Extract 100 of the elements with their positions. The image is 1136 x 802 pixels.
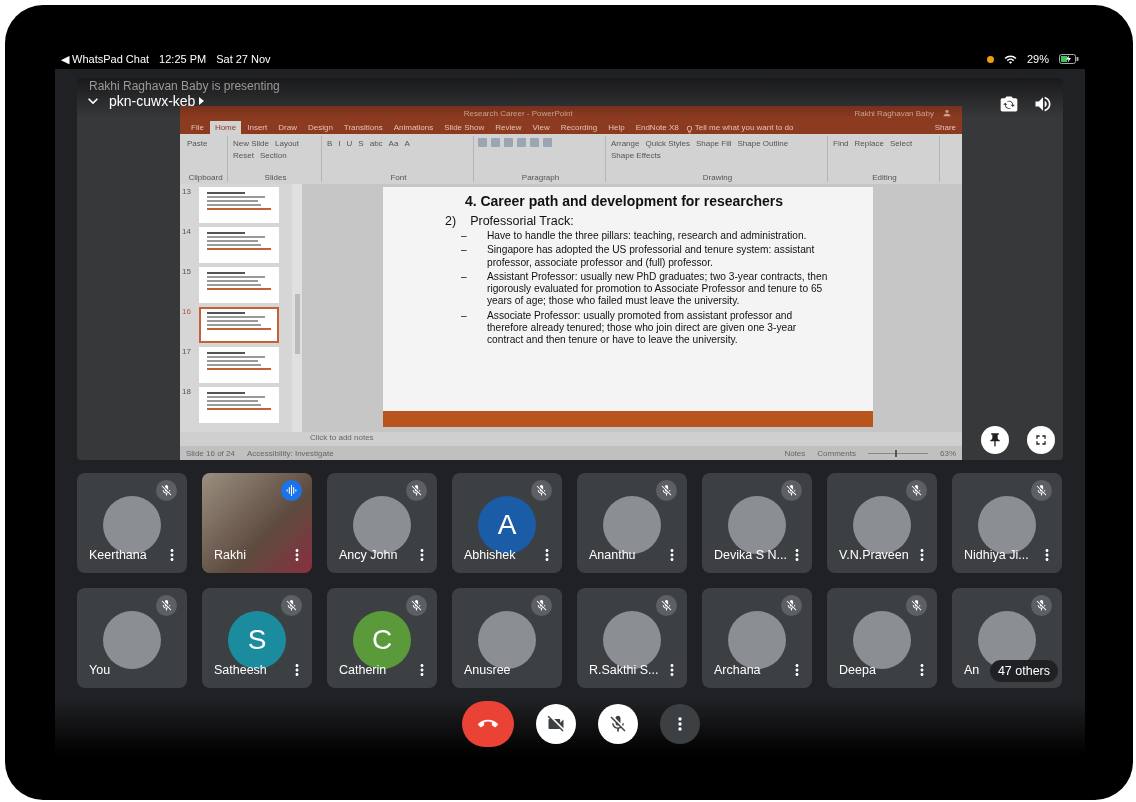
notes-placeholder[interactable]: Click to add notes (310, 433, 374, 442)
pin-button[interactable] (981, 426, 1009, 454)
zoom-slider[interactable] (868, 449, 928, 457)
slide-thumbnail[interactable] (199, 347, 279, 383)
zoom-slider-thumb[interactable] (895, 449, 898, 457)
share-button[interactable]: Share (934, 123, 956, 134)
meeting-code[interactable]: pkn-cuwx-keb (109, 93, 205, 109)
others-count[interactable]: 47 others (989, 660, 1058, 682)
microphone-button[interactable] (598, 704, 638, 744)
ribbon-button[interactable]: Shape Fill (694, 138, 733, 149)
ribbon-tab[interactable]: View (527, 121, 555, 134)
camera-button[interactable] (536, 704, 576, 744)
battery-percent: 29% (1026, 53, 1049, 65)
comments-button[interactable]: Comments (817, 448, 856, 458)
fullscreen-button[interactable] (1027, 426, 1055, 454)
ribbon-button[interactable]: B (326, 138, 334, 149)
participant-tile[interactable]: You (77, 588, 187, 688)
ribbon-button[interactable]: Shape Effects (610, 150, 662, 161)
ribbon-button[interactable]: U (345, 138, 354, 149)
camera-off-icon (546, 714, 566, 734)
participant-tile[interactable]: Keerthana (77, 473, 187, 573)
slide-thumbnail[interactable] (199, 267, 279, 303)
ribbon-group-label: Drawing (701, 173, 734, 182)
fullscreen-icon (1033, 432, 1049, 448)
ribbon-button[interactable]: New Slide (232, 138, 270, 149)
ribbon-button[interactable]: S (357, 138, 365, 149)
bullet-dash: – (461, 309, 468, 323)
ribbon-tab[interactable]: File (186, 121, 209, 134)
ribbon-button[interactable]: abc (368, 138, 384, 149)
slide-number: 14 (182, 227, 192, 238)
accessibility-status[interactable]: Accessibility: Investigate (246, 448, 334, 458)
participant-tile[interactable]: Ancy John (327, 473, 437, 573)
ribbon-button[interactable]: Section (258, 150, 288, 161)
participant-tile[interactable]: Rakhi (202, 473, 312, 573)
participant-name: R.Sakthi S... (589, 663, 659, 677)
participant-tile[interactable]: Deepa (827, 588, 937, 688)
ribbon-tab[interactable]: Help (603, 121, 630, 134)
ribbon-button[interactable]: Shape Outline (736, 138, 790, 149)
user-icon (942, 108, 952, 118)
ribbon-button[interactable]: I (337, 138, 342, 149)
ribbon-group-label: Clipboard (187, 173, 224, 182)
participant-tile[interactable]: Devika S N... (702, 473, 812, 573)
user-name: Rakhi Raghavan Baby (854, 108, 934, 118)
slide-thumbnail[interactable] (199, 387, 279, 423)
slide-count: Slide 16 of 24 (186, 448, 235, 458)
participant-name: Nidhiya Ji... (964, 548, 1029, 562)
slide-number: 15 (182, 267, 192, 278)
bullet-text: Associate Professor: usually promoted from assistant professor and therefore already tenured; those who join direct are given one 3-year contract and then tenure or have to leave the university. (487, 309, 798, 347)
ribbon-button[interactable]: Quick Styles (644, 138, 691, 149)
scrollbar[interactable] (292, 184, 302, 432)
back-app-link[interactable]: ◀ WhatsPad Chat (61, 52, 150, 66)
ribbon-tab[interactable]: Transitions (338, 121, 388, 134)
participant-name: Deepa (839, 663, 876, 677)
ribbon-button[interactable]: Reset (232, 150, 255, 161)
ribbon-button[interactable]: Aa (387, 138, 400, 149)
ribbon-tab[interactable]: Design (302, 121, 338, 134)
time-text: 12:25 PM (159, 53, 207, 65)
battery-charging-icon (1059, 54, 1079, 64)
participant-tile[interactable]: Archana (702, 588, 812, 688)
participant-tile[interactable]: Nidhiya Ji... (952, 473, 1062, 573)
slide-number: 18 (182, 387, 192, 398)
ribbon-tab[interactable]: Animations (388, 121, 439, 134)
ribbon-button[interactable]: Replace (853, 138, 885, 149)
more-icon (678, 717, 682, 731)
ribbon-tab[interactable]: EndNote X8 (630, 121, 684, 134)
more-options-button[interactable] (660, 704, 700, 744)
participant-tile[interactable]: V.N.Praveen (827, 473, 937, 573)
ribbon-tab[interactable]: Review (490, 121, 527, 134)
participant-name: Anusree (464, 663, 511, 677)
participant-tile[interactable]: An 47 others (952, 588, 1062, 688)
ribbon-button[interactable]: Arrange (610, 138, 641, 149)
ribbon-button[interactable]: A (403, 138, 411, 149)
camera-switch-icon[interactable] (999, 94, 1019, 114)
tell-me-field[interactable]: Tell me what you want to do (694, 123, 794, 134)
ribbon-tab[interactable]: Recording (555, 121, 603, 134)
slide-thumbnail[interactable] (199, 187, 279, 223)
ribbon-button[interactable]: Layout (274, 138, 301, 149)
ribbon-tab[interactable]: Home (209, 121, 242, 134)
participant-tile[interactable]: Ananthu (577, 473, 687, 573)
bullet-text: Have to handle the three pillars: teaching, research and administration. (487, 230, 807, 243)
speaker-icon[interactable] (1033, 94, 1053, 114)
zoom-level: 63% (940, 448, 956, 458)
notes-button[interactable]: Notes (784, 448, 806, 458)
participant-tile[interactable]: R.Sakthi S... (577, 588, 687, 688)
ribbon-button[interactable]: Paste (186, 138, 209, 149)
slide-number: 17 (182, 347, 192, 358)
bullet-text: Assistant Professor: usually new PhD graduates; two 3-year contracts, then rigorously evaluated for promotion to Associate Professor and tenure to 65 years of age; those who failed must leave the university. (487, 270, 829, 308)
ribbon-tab[interactable]: Draw (273, 121, 302, 134)
date-text: Sat 27 Nov (216, 53, 271, 65)
ribbon-button[interactable]: Find (832, 138, 850, 149)
participant-tile[interactable]: Anusree (452, 588, 562, 688)
item-title: Professorial Track: (470, 214, 574, 228)
bullet-dash: – (461, 244, 468, 258)
slide-thumbnail[interactable] (199, 227, 279, 263)
ribbon-tab[interactable]: Slide Show (439, 121, 490, 134)
caret-icon (199, 97, 205, 105)
slide-thumbnail[interactable] (199, 307, 279, 343)
end-call-button[interactable] (462, 701, 514, 747)
ribbon-button[interactable]: Select (888, 138, 914, 149)
ribbon-tab[interactable]: Insert (242, 121, 273, 134)
